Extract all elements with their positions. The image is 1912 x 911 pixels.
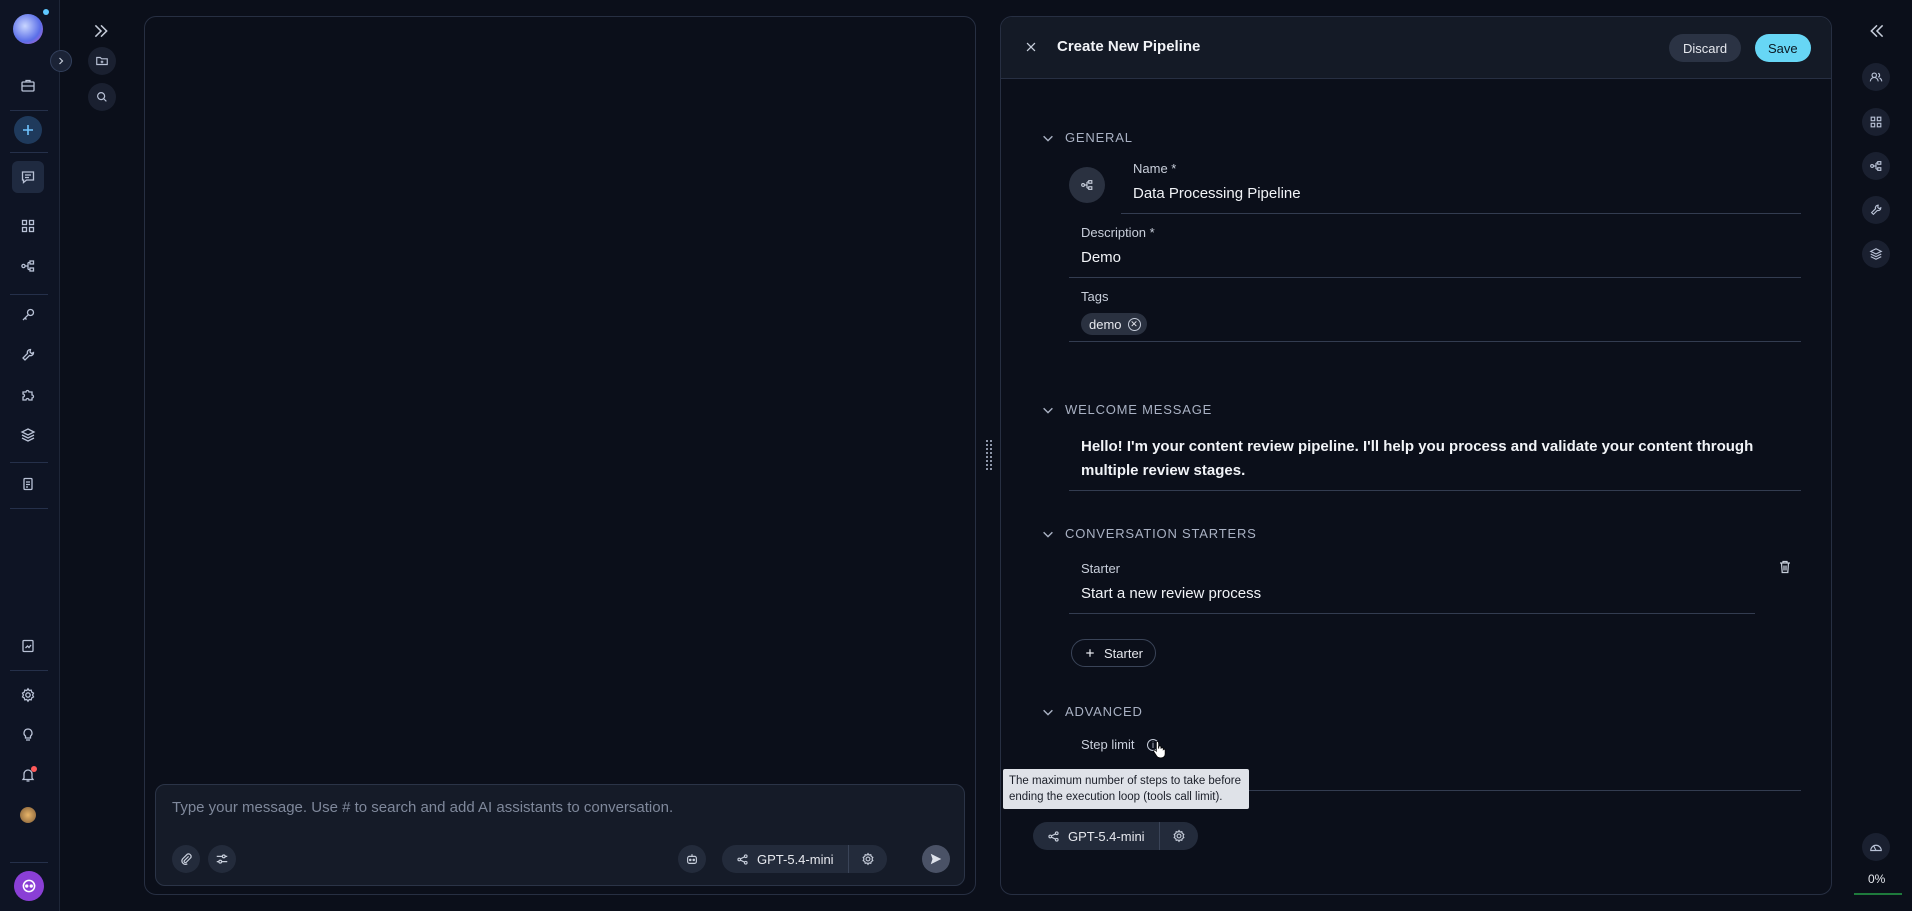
plus-icon — [1086, 649, 1094, 657]
documents-icon[interactable] — [16, 472, 40, 496]
message-input[interactable]: Type your message. Use # to search and a… — [172, 799, 673, 816]
model-settings-gear-icon[interactable] — [849, 845, 887, 873]
key-icon[interactable] — [16, 303, 40, 327]
model-name: GPT-5.4-mini — [757, 851, 834, 867]
right-rail: 0% — [1844, 0, 1912, 911]
usage-gauge-icon[interactable] — [1862, 833, 1890, 861]
section-welcome-title: WELCOME MESSAGE — [1065, 402, 1213, 417]
user-avatar[interactable] — [20, 807, 36, 823]
save-button[interactable]: Save — [1755, 34, 1811, 62]
section-starters-title: CONVERSATION STARTERS — [1065, 526, 1257, 541]
description-label: Description * — [1081, 225, 1155, 240]
remove-tag-icon[interactable]: ✕ — [1127, 317, 1141, 331]
section-advanced-toggle[interactable]: ADVANCED — [1041, 704, 1143, 719]
close-icon[interactable] — [1021, 37, 1041, 57]
expand-sidebar-icon[interactable] — [92, 22, 110, 45]
chat-icon[interactable] — [12, 161, 44, 193]
grid-icon[interactable] — [16, 214, 40, 238]
send-button[interactable] — [922, 845, 950, 873]
assistant-bot-icon[interactable] — [14, 871, 44, 901]
starter-label: Starter — [1081, 561, 1121, 576]
editor-model-name: GPT-5.4-mini — [1068, 828, 1145, 844]
pipeline-editor-panel: Create New Pipeline Discard Save GENERAL… — [1000, 16, 1832, 895]
section-general-toggle[interactable]: GENERAL — [1041, 130, 1133, 145]
usage-progress-bar — [1854, 893, 1902, 895]
share-nodes-icon — [737, 853, 748, 865]
panel-resize-handle[interactable] — [986, 440, 992, 474]
name-label: Name * — [1133, 161, 1177, 176]
tag-chip: demo ✕ — [1081, 313, 1147, 335]
delete-trash-icon[interactable] — [1777, 559, 1793, 575]
section-general-title: GENERAL — [1065, 130, 1133, 145]
section-welcome-toggle[interactable]: WELCOME MESSAGE — [1041, 402, 1212, 417]
tag-label: demo — [1089, 316, 1122, 332]
model-selector-button[interactable]: GPT-5.4-mini — [722, 845, 848, 873]
chevron-down-icon — [1043, 531, 1053, 538]
hand-cursor-icon — [1152, 741, 1166, 764]
assistant-robot-icon[interactable] — [678, 845, 706, 873]
usage-percentage: 0% — [1868, 872, 1886, 886]
users-icon[interactable] — [1862, 63, 1890, 91]
editor-title: Create New Pipeline — [1057, 38, 1201, 55]
expand-rail-chevron-icon[interactable] — [50, 50, 72, 72]
add-starter-button[interactable]: Starter — [1071, 639, 1157, 667]
search-icon[interactable] — [88, 83, 116, 111]
welcome-message-input[interactable]: Hello! I'm your content review pipeline.… — [1081, 435, 1801, 483]
send-arrow-icon — [930, 853, 942, 865]
editor-model-selector[interactable]: GPT-5.4-mini — [1033, 822, 1198, 850]
message-composer[interactable]: Type your message. Use # to search and a… — [155, 784, 965, 886]
collapse-panel-icon[interactable] — [1868, 22, 1886, 45]
step-limit-label: Step limit — [1081, 737, 1135, 752]
app-logo-icon[interactable] — [13, 14, 43, 44]
notifications-bell-icon[interactable] — [16, 763, 40, 787]
editor-header: Create New Pipeline Discard Save — [1001, 17, 1831, 79]
left-nav-rail — [0, 0, 60, 911]
editor-model-settings-gear-icon[interactable] — [1160, 822, 1198, 850]
pipeline-avatar-icon[interactable] — [1069, 167, 1105, 203]
workflow-icon[interactable] — [1862, 152, 1890, 180]
add-starter-label: Starter — [1104, 645, 1144, 661]
chevron-down-icon — [1043, 135, 1053, 142]
description-input[interactable]: Demo — [1081, 249, 1121, 266]
notification-badge — [31, 766, 37, 772]
wrench-icon[interactable] — [1862, 196, 1890, 224]
settings-gear-icon[interactable] — [16, 683, 40, 707]
chat-panel: Type your message. Use # to search and a… — [144, 16, 976, 895]
notification-dot — [43, 9, 49, 15]
sliders-icon[interactable] — [208, 845, 236, 873]
lightbulb-icon[interactable] — [16, 723, 40, 747]
model-selector[interactable]: GPT-5.4-mini — [722, 845, 887, 873]
puzzle-icon[interactable] — [16, 383, 40, 407]
wrench-icon[interactable] — [16, 343, 40, 367]
chevron-down-icon — [1043, 407, 1053, 414]
report-icon[interactable] — [16, 634, 40, 658]
step-limit-tooltip: The maximum number of steps to take befo… — [1003, 769, 1249, 809]
section-advanced-title: ADVANCED — [1065, 704, 1143, 719]
chevron-down-icon — [1043, 709, 1053, 716]
new-chat-button[interactable] — [14, 116, 42, 144]
name-input[interactable]: Data Processing Pipeline — [1133, 185, 1301, 202]
stack-icon[interactable] — [16, 423, 40, 447]
share-nodes-icon — [1048, 830, 1059, 842]
editor-model-selector-button[interactable]: GPT-5.4-mini — [1033, 822, 1159, 850]
starter-input[interactable]: Start a new review process — [1081, 585, 1261, 602]
briefcase-icon[interactable] — [16, 74, 40, 98]
section-starters-toggle[interactable]: CONVERSATION STARTERS — [1041, 526, 1257, 541]
grid-icon[interactable] — [1862, 108, 1890, 136]
new-folder-icon[interactable] — [88, 47, 116, 75]
workflow-icon[interactable] — [16, 254, 40, 278]
tags-label: Tags — [1081, 289, 1109, 304]
stack-icon[interactable] — [1862, 240, 1890, 268]
discard-button[interactable]: Discard — [1669, 34, 1742, 62]
attach-paperclip-icon[interactable] — [172, 845, 200, 873]
